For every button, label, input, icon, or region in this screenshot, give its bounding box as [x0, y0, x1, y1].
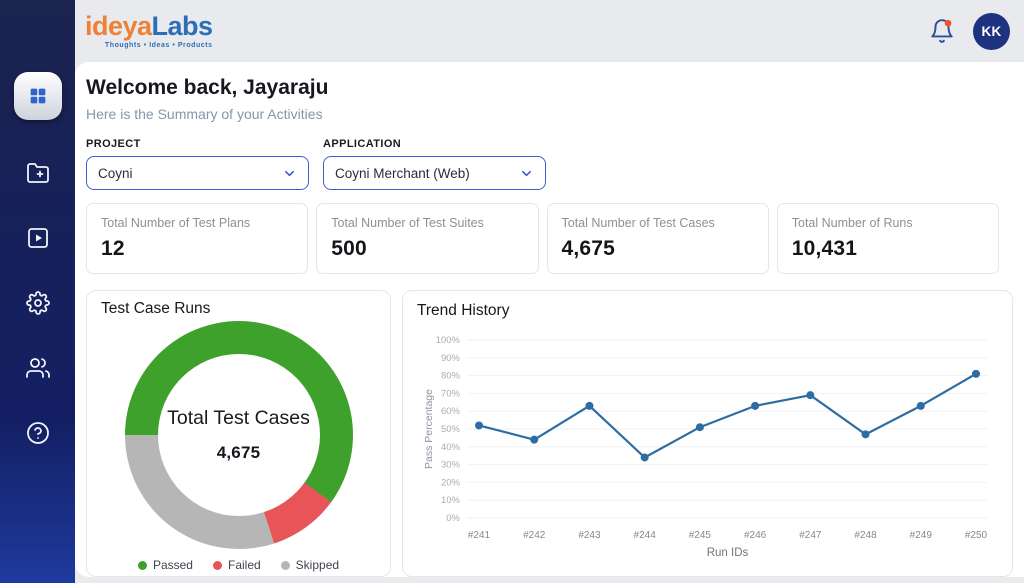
- sidebar: [0, 0, 75, 583]
- trend-history-card: Trend History 0% 10% 20% 30% 40% 50% 60% 70% 80%…: [402, 290, 1013, 577]
- svg-text:90%: 90%: [441, 353, 461, 364]
- donut-center-value: 4,675: [217, 443, 261, 463]
- stats-row: Total Number of Test Plans 12 Total Numb…: [86, 203, 999, 274]
- svg-text:#248: #248: [854, 530, 877, 541]
- filters-row: PROJECT Coyni APPLICATION Coyni Merchant…: [86, 138, 1013, 190]
- content-panel: Welcome back, Jayaraju Here is the Summa…: [75, 62, 1024, 577]
- svg-text:Run IDs: Run IDs: [707, 547, 749, 559]
- stat-label: Total Number of Test Suites: [331, 216, 523, 230]
- svg-text:#242: #242: [523, 530, 546, 541]
- topbar: ideyaLabs Thoughts • Ideas • Products KK: [75, 0, 1024, 62]
- project-filter: PROJECT Coyni: [86, 138, 309, 190]
- application-label: APPLICATION: [323, 138, 546, 150]
- sidebar-item-users[interactable]: [18, 356, 58, 380]
- sidebar-item-dashboard[interactable]: [14, 72, 62, 120]
- trend-line-chart: 0% 10% 20% 30% 40% 50% 60% 70% 80% 90% 100% #241 #24…: [417, 326, 998, 569]
- sidebar-item-help[interactable]: [18, 421, 58, 445]
- legend-label: Passed: [153, 558, 193, 572]
- svg-text:#246: #246: [744, 530, 767, 541]
- application-filter: APPLICATION Coyni Merchant (Web): [323, 138, 546, 190]
- stat-value: 10,431: [792, 237, 984, 261]
- project-select[interactable]: Coyni: [86, 156, 309, 190]
- svg-text:80%: 80%: [441, 371, 461, 382]
- bell-icon: [929, 18, 955, 44]
- sidebar-item-test-runs[interactable]: [18, 226, 58, 250]
- chevron-down-icon: [519, 166, 534, 181]
- users-icon: [26, 356, 50, 380]
- svg-text:40%: 40%: [441, 442, 461, 453]
- page-subtitle: Here is the Summary of your Activities: [86, 106, 1013, 122]
- sidebar-item-projects[interactable]: [18, 161, 58, 185]
- svg-text:0%: 0%: [446, 513, 460, 524]
- stat-card-test-suites: Total Number of Test Suites 500: [316, 203, 538, 274]
- folder-add-icon: [26, 161, 50, 185]
- svg-text:100%: 100%: [436, 335, 461, 346]
- svg-text:70%: 70%: [441, 388, 461, 399]
- help-circle-icon: [26, 421, 50, 445]
- app-root: ideyaLabs Thoughts • Ideas • Products KK…: [0, 0, 1024, 583]
- application-select[interactable]: Coyni Merchant (Web): [323, 156, 546, 190]
- svg-text:#250: #250: [965, 530, 988, 541]
- trend-chart-svg: 0% 10% 20% 30% 40% 50% 60% 70% 80% 90% 100% #241 #24…: [417, 326, 1000, 564]
- legend-label: Failed: [228, 558, 261, 572]
- svg-text:#243: #243: [578, 530, 601, 541]
- charts-row: Test Case Runs Total Test Cases 4,675 Pa…: [86, 290, 1013, 577]
- chevron-down-icon: [282, 166, 297, 181]
- svg-text:60%: 60%: [441, 406, 461, 417]
- donut-center: Total Test Cases 4,675: [158, 354, 320, 516]
- stat-label: Total Number of Test Plans: [101, 216, 293, 230]
- donut-chart: Total Test Cases 4,675: [125, 321, 353, 549]
- logo-part-labs: Labs: [152, 11, 213, 41]
- logo-tagline: Thoughts • Ideas • Products: [105, 42, 213, 49]
- svg-text:20%: 20%: [441, 477, 461, 488]
- project-label: PROJECT: [86, 138, 309, 150]
- svg-text:10%: 10%: [441, 495, 461, 506]
- svg-text:30%: 30%: [441, 460, 461, 471]
- svg-text:#245: #245: [689, 530, 712, 541]
- svg-text:#244: #244: [634, 530, 657, 541]
- svg-text:50%: 50%: [441, 424, 461, 435]
- application-select-value: Coyni Merchant (Web): [335, 166, 470, 181]
- logo-part-ideya: ideya: [85, 11, 152, 41]
- stat-card-runs: Total Number of Runs 10,431: [777, 203, 999, 274]
- legend-label: Skipped: [296, 558, 339, 572]
- svg-text:Pass Percentage: Pass Percentage: [423, 389, 435, 469]
- stat-label: Total Number of Runs: [792, 216, 984, 230]
- stat-value: 500: [331, 237, 523, 261]
- trend-chart-title: Trend History: [417, 302, 998, 320]
- play-square-icon: [26, 226, 50, 250]
- notification-badge-dot: [945, 20, 952, 27]
- donut-chart-title: Test Case Runs: [101, 300, 376, 318]
- main-area: ideyaLabs Thoughts • Ideas • Products KK…: [75, 0, 1024, 583]
- stat-card-test-plans: Total Number of Test Plans 12: [86, 203, 308, 274]
- svg-text:#249: #249: [910, 530, 933, 541]
- notification-bell-button[interactable]: [928, 17, 956, 45]
- logo-text: ideyaLabs: [85, 13, 213, 40]
- topbar-actions: KK: [928, 13, 1010, 50]
- user-avatar[interactable]: KK: [973, 13, 1010, 50]
- legend-dot: [281, 561, 290, 570]
- gear-icon: [26, 291, 50, 315]
- donut-legend: Passed Failed Skipped: [101, 558, 376, 572]
- legend-dot: [213, 561, 222, 570]
- stat-label: Total Number of Test Cases: [562, 216, 754, 230]
- ideyalabs-logo: ideyaLabs Thoughts • Ideas • Products: [85, 13, 213, 49]
- donut-center-label: Total Test Cases: [167, 407, 310, 430]
- sidebar-item-settings[interactable]: [18, 291, 58, 315]
- dashboard-grid-icon: [27, 85, 49, 107]
- project-select-value: Coyni: [98, 166, 133, 181]
- stat-value: 4,675: [562, 237, 754, 261]
- legend-item-passed[interactable]: Passed: [138, 558, 193, 572]
- stat-card-test-cases: Total Number of Test Cases 4,675: [547, 203, 769, 274]
- legend-dot: [138, 561, 147, 570]
- stat-value: 12: [101, 237, 293, 261]
- page-title: Welcome back, Jayaraju: [86, 76, 1013, 100]
- legend-item-failed[interactable]: Failed: [213, 558, 261, 572]
- legend-item-skipped[interactable]: Skipped: [281, 558, 339, 572]
- test-case-runs-card: Test Case Runs Total Test Cases 4,675 Pa…: [86, 290, 391, 577]
- svg-text:#241: #241: [468, 530, 491, 541]
- svg-text:#247: #247: [799, 530, 822, 541]
